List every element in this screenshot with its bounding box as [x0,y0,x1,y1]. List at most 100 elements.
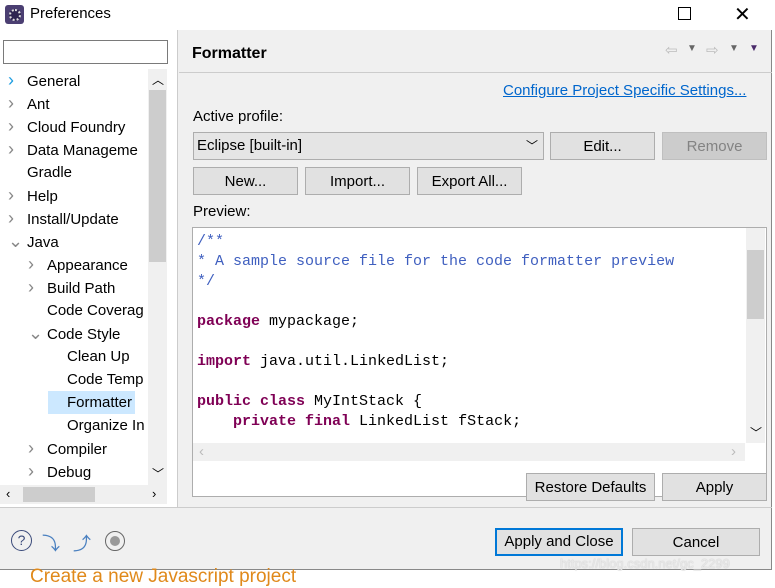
tree-item-label: Data Manageme [27,142,138,159]
scroll-left-icon[interactable]: ‹ [199,443,204,460]
watermark: https://blog.csdn.net/gc_2299 [560,556,730,571]
forward-menu-icon[interactable]: ▼ [729,43,739,54]
view-menu-icon[interactable]: ▼ [749,43,759,54]
maximize-button[interactable] [678,7,691,20]
import-button[interactable]: Import... [305,167,410,195]
close-button[interactable]: ✕ [734,2,751,27]
preview-code: /** * A sample source file for the code f… [193,228,745,444]
chevron-right-icon[interactable]: › [8,115,22,138]
tree-item[interactable]: › Build Path [28,276,118,299]
code-token: private final [233,413,351,430]
tree-item-label: Build Path [47,280,116,297]
restore-defaults-button[interactable]: Restore Defaults [526,473,655,501]
tree-item[interactable]: › Install/Update [8,207,122,230]
code-token: /** [197,233,225,250]
preview-vertical-scrollbar[interactable]: ﹀ [746,228,765,443]
tree-item[interactable]: › Ant [8,92,53,115]
cancel-button[interactable]: Cancel [632,528,760,556]
code-token: import [197,353,252,370]
tree-item[interactable]: › Compiler [28,437,110,460]
tree-item-label: Debug [47,464,92,481]
tree-item[interactable]: Clean Up [48,345,133,368]
tree-item[interactable]: › General [8,69,83,92]
tree-item-label: Organize In [67,417,145,434]
code-line: * A sample source file for the code form… [197,253,674,270]
chevron-right-icon[interactable]: › [8,69,22,92]
import-preferences-icon[interactable]: ⤵ [42,530,60,556]
preferences-window: › General › Ant › Cloud Foundry › Data Manageme… [0,30,772,570]
apply-and-close-button[interactable]: Apply and Close [495,528,623,556]
scroll-thumb[interactable] [149,90,166,262]
tree-item[interactable]: Formatter [48,391,136,414]
new-button[interactable]: New... [193,167,298,195]
tree-item[interactable]: Gradle [8,161,75,184]
chevron-right-icon[interactable]: › [8,184,22,207]
chevron-right-icon[interactable]: › [28,253,42,276]
filter-input[interactable] [3,40,168,64]
chevron-right-icon[interactable]: › [28,437,42,460]
eclipse-gear-icon [5,5,24,24]
code-line: package mypackage; [197,313,359,330]
tree-item[interactable]: ⌄ Code Style [28,322,123,345]
chevron-right-icon[interactable]: › [28,276,42,299]
tree-item[interactable]: › Debug [28,460,94,483]
chevron-right-icon[interactable]: › [8,138,22,161]
preview-pane[interactable]: /** * A sample source file for the code f… [192,227,767,497]
scroll-right-icon[interactable]: › [731,443,736,460]
page-header: Formatter ⇦ ▼ ⇨ ▼ ▼ [179,30,772,73]
tree-item-label: Code Coverag [47,302,144,319]
remove-button[interactable]: Remove [662,132,767,160]
preference-tree: › General › Ant › Cloud Foundry › Data Manageme… [0,69,148,485]
forward-arrow-icon[interactable]: ⇨ [706,41,719,59]
page-title: Formatter [192,45,267,62]
export-all-button[interactable]: Export All... [417,167,522,195]
back-arrow-icon[interactable]: ⇦ [665,41,678,59]
tree-item[interactable]: Code Temp [48,368,146,391]
active-profile-label: Active profile: [193,108,284,125]
apply-button[interactable]: Apply [662,473,767,501]
chevron-down-icon[interactable]: ⌄ [28,322,43,345]
preview-horizontal-scrollbar[interactable]: ‹ › [193,443,745,461]
tree-item[interactable]: › Help [8,184,61,207]
tree-panel: › General › Ant › Cloud Foundry › Data Manageme… [0,30,178,507]
back-menu-icon[interactable]: ▼ [687,43,697,54]
chevron-right-icon[interactable]: › [8,207,22,230]
configure-project-settings-link[interactable]: Configure Project Specific Settings... [503,82,746,99]
record-icon[interactable] [105,531,125,551]
scroll-down-icon[interactable]: ﹀ [152,465,164,482]
code-token: MyIntStack { [305,393,423,410]
tree-item-label: Cloud Foundry [27,119,126,136]
tree-item-label: Java [27,234,59,251]
tree-item[interactable]: Organize In [48,414,148,437]
chevron-down-icon[interactable]: ⌄ [8,230,23,253]
tree-item-label: Gradle [27,164,73,181]
background-text: Create a new Javascript project [30,566,297,587]
tree-horizontal-scrollbar[interactable]: ‹ › [0,485,167,504]
code-token: package [197,313,261,330]
tree-item[interactable]: › Appearance [28,253,131,276]
chevron-right-icon[interactable]: › [28,460,42,483]
scroll-thumb[interactable] [747,250,764,319]
edit-button[interactable]: Edit... [550,132,655,160]
tree-vertical-scrollbar[interactable]: ︿ ﹀ [148,69,167,485]
help-icon[interactable]: ? [11,530,32,551]
scroll-right-icon[interactable]: › [152,486,156,501]
preview-label: Preview: [193,203,251,220]
tree-item[interactable]: Code Coverag [28,299,147,322]
export-preferences-icon[interactable]: ⤴ [73,530,91,556]
scroll-left-icon[interactable]: ‹ [6,486,10,501]
chevron-right-icon[interactable]: › [8,92,22,115]
tree-item-label: Code Temp [67,371,144,388]
profile-select[interactable]: Eclipse [built-in] ﹀ [193,132,544,160]
tree-item[interactable]: › Cloud Foundry [8,115,128,138]
tree-item[interactable]: › Data Manageme [8,138,141,161]
scroll-thumb[interactable] [23,487,95,502]
tree-item-label: Formatter [67,394,133,411]
scroll-down-icon[interactable]: ﹀ [750,424,762,441]
tree-item[interactable]: ⌄ Java [8,230,62,253]
scroll-up-icon[interactable]: ︿ [152,71,164,88]
code-line: private final LinkedList fStack; [197,413,521,430]
footer-divider [0,507,772,508]
code-line: import java.util.LinkedList; [197,353,449,370]
